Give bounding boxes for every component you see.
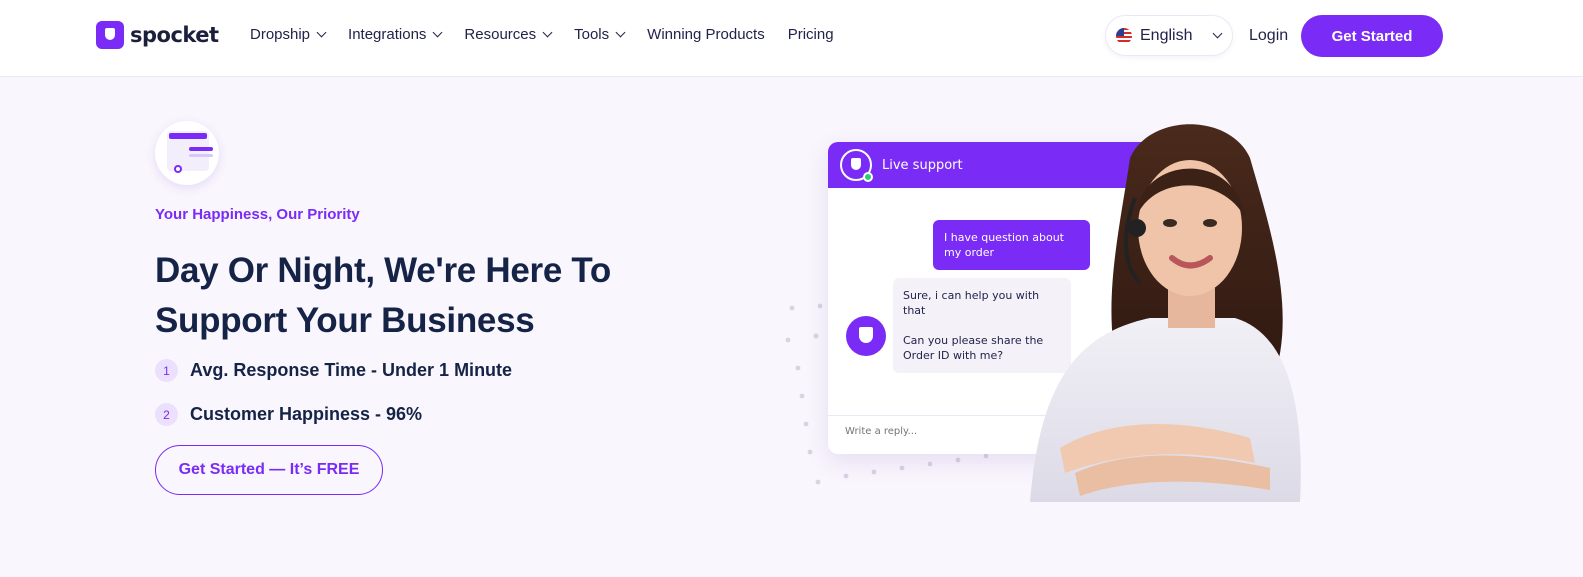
login-link[interactable]: Login [1249,27,1288,45]
icon-dot [174,165,182,173]
menu-label: Winning Products [647,26,765,43]
stat-text: Avg. Response Time - Under 1 Minute [190,360,513,380]
hero-headline: Day Or Night, We're Here To Support Your… [155,251,611,340]
language-selector[interactable]: English [1105,15,1233,56]
stat-number-badge: 1 [155,359,178,382]
menu-pricing[interactable]: Pricing [788,26,834,43]
language-label: English [1140,26,1193,44]
icon-line [189,147,213,151]
main-menu: Dropship Integrations Resources Tools Wi… [250,26,857,43]
us-flag-icon [1116,27,1132,44]
logo-text: spocket [130,23,219,47]
support-avatar [840,149,873,182]
stat-text: Customer Happiness - 96% [190,404,423,424]
stat-item: 2 Customer Happiness - 96% [155,403,422,426]
spocket-logo-icon [96,21,124,49]
get-started-free-button[interactable]: Get Started — It’s FREE [155,445,383,495]
menu-resources[interactable]: Resources [464,26,553,43]
icon-line [189,154,213,157]
menu-integrations[interactable]: Integrations [348,26,443,43]
online-status-icon [863,172,873,182]
chat-window-icon [155,121,219,185]
menu-label: Pricing [787,26,834,43]
menu-label: Integrations [348,26,427,43]
menu-winning-products[interactable]: Winning Products [647,26,765,43]
chevron-down-icon [316,27,327,38]
menu-label: Resources [464,26,537,43]
stat-item: 1 Avg. Response Time - Under 1 Minute [155,359,512,382]
menu-label: Dropship [250,26,311,43]
menu-dropship[interactable]: Dropship [250,26,327,43]
chevron-down-icon [432,27,443,38]
support-agent-photo [1030,124,1301,502]
icon-bar [169,133,207,139]
reply-input[interactable] [845,426,1045,437]
hero-eyebrow: Your Happiness, Our Priority [155,206,360,223]
stat-number-badge: 2 [155,403,178,426]
chevron-down-icon [542,27,553,38]
spocket-logo[interactable]: spocket [96,21,219,49]
menu-tools[interactable]: Tools [574,26,626,43]
chevron-down-icon [1213,28,1223,39]
chat-title: Live support [882,157,963,173]
chevron-down-icon [615,27,626,38]
get-started-button[interactable]: Get Started [1301,15,1443,57]
agent-avatar [846,316,886,356]
menu-label: Tools [574,26,610,43]
top-nav: spocket Dropship Integrations Resources … [0,0,1583,77]
